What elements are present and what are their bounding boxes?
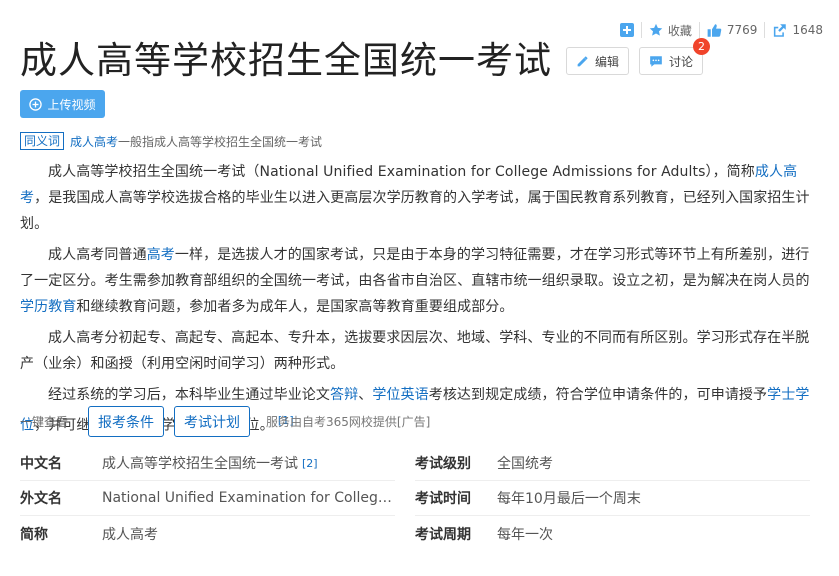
paragraph: 成人高等学校招生全国统一考试（National Unified Examinat… [20,159,810,237]
top-action-bar: 收藏 7769 1648 [613,20,830,40]
info-key: 考试级别 [415,456,471,472]
info-row: 外文名 National Unified Examination for Col… [20,481,395,516]
upload-video-label: 上传视频 [47,97,96,112]
quick-view-label: 一键查看 [20,415,69,429]
reference-2-link[interactable]: [2] [302,457,318,470]
summary-content: 成人高等学校招生全国统一考试（National Unified Examinat… [20,159,810,444]
upload-video-button[interactable]: 上传视频 [20,90,105,118]
paragraph-text: ，是我国成人高等学校选拔合格的毕业生以进入更高层次学历教育的入学考试，属于国民教… [20,190,810,232]
info-value: 成人高考 [102,526,158,543]
star-icon [649,23,663,36]
xuewei-yingyu-link[interactable]: 学位英语 [372,387,428,403]
info-value: 全国统考 [497,456,553,472]
basic-info-left-column: 中文名 成人高等学校招生全国统一考试 [2] 外文名 National Unif… [20,446,415,551]
info-row: 考试级别 全国统考 [415,446,810,481]
info-key: 外文名 [20,491,62,507]
title-row: 成人高等学校招生全国统一考试 编辑 讨论 2 [20,38,711,84]
paragraph-text: 成人高考同普通 [48,247,147,263]
paragraph-text: 考核达到规定成绩，符合学位申请条件的，可申请授予 [428,387,768,403]
page-title: 成人高等学校招生全国统一考试 [20,39,552,82]
discuss-count-badge: 2 [693,38,711,55]
like-count: 7769 [726,23,758,37]
paragraph: 成人高考分初起专、高起专、高起本、专升本，选拔要求因层次、地域、学科、专业的不同… [20,325,810,377]
info-value: 成人高等学校招生全国统一考试 [102,456,298,472]
info-row: 中文名 成人高等学校招生全国统一考试 [2] [20,446,395,481]
edit-button[interactable]: 编辑 [566,47,630,75]
synonym-description: 一般指成人高等学校招生全国统一考试 [118,134,323,149]
favorite-label: 收藏 [667,23,692,38]
discuss-label: 讨论 [669,54,694,69]
ad-provider-note: 服务由自考365网校提供[广告] [266,415,431,429]
paragraph-text: 成人高等学校招生全国统一考试（National Unified Examinat… [48,164,755,180]
info-row: 简称 成人高考 [20,516,395,551]
comment-icon [650,55,662,67]
add-button[interactable] [613,20,641,40]
paragraph: 成人高考同普通高考一样，是选拔人才的国家考试，只是由于本身的学习特征需要，才在学… [20,242,810,320]
exam-plan-button[interactable]: 考试计划 [174,406,251,437]
dabian-link[interactable]: 答辩 [330,387,358,403]
info-value: 每年10月最后一个周末 [497,491,641,507]
info-value: 每年一次 [497,526,553,543]
quick-view-row: 一键查看 报考条件 考试计划 服务由自考365网校提供[广告] [20,406,430,437]
plus-square-icon [619,23,634,37]
info-value: National Unified Examination for College… [102,490,392,506]
paragraph-text: 经过系统的学习后，本科毕业生通过毕业论文 [48,387,330,403]
share-button[interactable]: 1648 [765,20,830,40]
info-key: 考试时间 [415,491,471,507]
share-icon [774,23,787,37]
share-count: 1648 [792,23,823,37]
exam-conditions-button[interactable]: 报考条件 [88,406,165,437]
paragraph-text: 成人高考分初起专、高起专、高起本、专升本，选拔要求因层次、地域、学科、专业的不同… [20,330,810,372]
thumbs-up-icon [707,23,722,37]
plus-circle-icon [29,97,43,111]
synonym-term-link[interactable]: 成人高考 [70,133,118,150]
info-key: 中文名 [20,456,62,472]
info-row: 考试时间 每年10月最后一个周末 [415,481,810,516]
basic-info-right-column: 考试级别 全国统考 考试时间 每年10月最后一个周末 考试周期 每年一次 [415,446,810,551]
basic-info-table: 中文名 成人高等学校招生全国统一考试 [2] 外文名 National Unif… [20,446,810,551]
edit-label: 编辑 [595,54,620,69]
xueli-jiaoyu-link[interactable]: 学历教育 [20,299,76,315]
discuss-button[interactable]: 讨论 2 [639,38,711,75]
info-key: 考试周期 [415,526,471,543]
pencil-icon [577,55,588,66]
info-row: 考试周期 每年一次 [415,516,810,551]
gaokao-link[interactable]: 高考 [147,247,175,263]
info-key: 简称 [20,526,48,543]
like-button[interactable]: 7769 [700,20,765,40]
synonym-line: 同义词 成人高考 一般指成人高等学校招生全国统一考试 [20,132,322,150]
favorite-button[interactable]: 收藏 [642,20,699,40]
paragraph-text: 和继续教育问题，参加者多为成年人，是国家高等教育重要组成部分。 [76,299,514,315]
paragraph-text: 、 [358,387,373,403]
synonym-tag: 同义词 [20,132,65,150]
